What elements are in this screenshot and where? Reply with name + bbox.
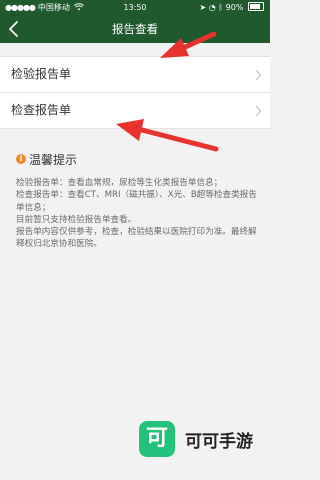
status-right: ➤ ◔ ᛒ 90% [200, 0, 264, 16]
back-chevron-icon[interactable] [4, 18, 24, 40]
app-header: ●●●●● 中国移动 13:50 ➤ ◔ ᛒ 90% 报告查看 [0, 0, 270, 43]
tips-body: 检验报告单：查看血常规，尿检等生化类报告单信息； 检查报告单：查看CT、MRI（… [16, 177, 261, 251]
list-item-label: 检验报告单 [11, 67, 72, 81]
watermark: 可 可可手游 [137, 421, 257, 461]
watermark-logo: 可 [139, 421, 175, 457]
battery-icon [248, 2, 264, 11]
watermark-text: 可可手游 [185, 432, 253, 452]
alarm-icon: ◔ [208, 3, 216, 12]
page-title: 报告查看 [112, 22, 158, 36]
chevron-right-icon [255, 105, 262, 117]
location-icon: ➤ [199, 3, 207, 12]
report-list: 检验报告单 检查报告单 [0, 56, 270, 129]
chevron-right-icon [255, 69, 262, 81]
battery-percent: 90% [225, 3, 244, 12]
tips-header: 温馨提示 [16, 152, 261, 168]
tips-line: 目前暂只支持检验报告单查看。 [16, 214, 137, 225]
tips-title: 温馨提示 [29, 153, 78, 167]
list-item-lab-report[interactable]: 检验报告单 [0, 57, 270, 92]
nav-bar: 报告查看 [0, 16, 270, 43]
tips-line: 检验报告单：查看血常规，尿检等生化类报告单信息； [16, 178, 223, 188]
tips-line: 报告单内容仅供参考，检查，检验结果以医院打印为准。最终解释权归北京协和医院。 [16, 227, 257, 250]
status-bar: ●●●●● 中国移动 13:50 ➤ ◔ ᛒ 90% [0, 0, 270, 16]
tips-section: 温馨提示 检验报告单：查看血常规，尿检等生化类报告单信息； 检查报告单：查看CT… [16, 152, 261, 251]
bluetooth-icon: ᛒ [218, 3, 224, 12]
list-item-exam-report[interactable]: 检查报告单 [0, 92, 270, 128]
info-icon [16, 154, 26, 164]
tips-line: 检查报告单：查看CT、MRI（磁共振）、X光、B超等检查类报告单信息； [16, 190, 257, 213]
list-item-label: 检查报告单 [11, 103, 72, 117]
